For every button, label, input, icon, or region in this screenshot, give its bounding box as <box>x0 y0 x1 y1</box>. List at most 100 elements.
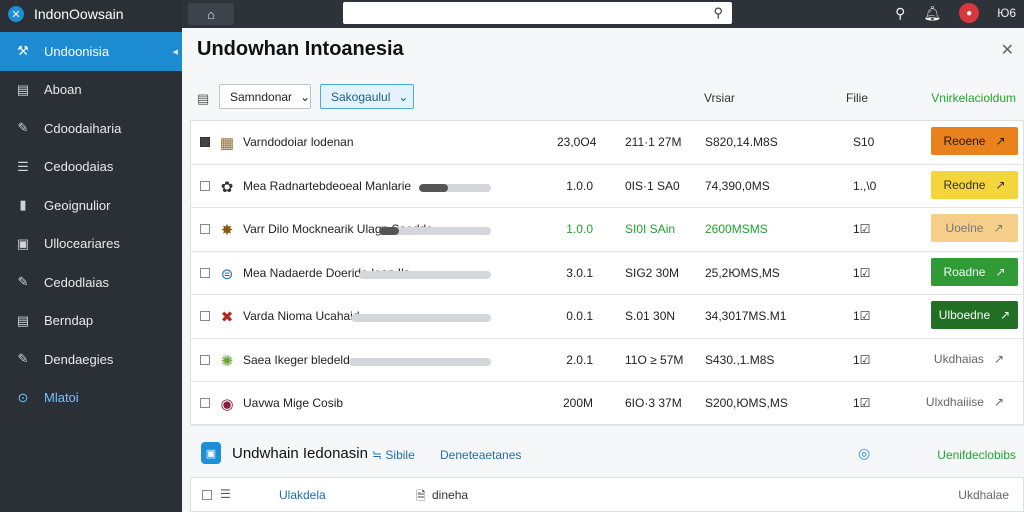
search-icon[interactable]: ⚲ <box>713 5 723 21</box>
table-row[interactable]: ✖ Varda Nioma Ucahaid 0.0.1 S.01 30N 34,3017… <box>191 295 1024 339</box>
sidebar: ✕ IndonOowsain ⚒ Undoonisia ◂ ▤ Aboan ✎ Cdooda… <box>0 0 182 512</box>
row-action-button[interactable]: Roadne ↗ <box>931 257 1018 286</box>
row-cell-c4: S10 <box>853 135 875 149</box>
row-checkbox[interactable] <box>200 224 210 234</box>
package-thumbnail-icon: ⊜ <box>220 265 234 283</box>
column-header-file[interactable]: Filie <box>846 91 868 105</box>
row-action-button[interactable]: Uoelne ↗ <box>931 214 1018 242</box>
arrow-right-icon: ↗ <box>995 177 1006 192</box>
sidebar-item-9[interactable]: ⊙ Mlatoi <box>0 379 182 418</box>
avatar[interactable]: ● <box>959 3 980 23</box>
row-cell-c1: 23,0O4 <box>557 135 597 149</box>
sidebar-item-5[interactable]: ▣ Ulloceariares <box>0 225 182 264</box>
package-name[interactable]: Varndodoiar lodenan <box>243 135 354 149</box>
row-checkbox[interactable] <box>200 137 210 147</box>
toolbar: ▤ Samndonar ⌄ Sakogaulul ⌄ Vrsiar Filie … <box>182 83 1024 113</box>
row-action-button[interactable]: Ulboedne ↗ <box>931 301 1018 329</box>
main-panel: Undowhan Intoanesia ✕ ▤ Samndonar ⌄ Sako… <box>182 28 1024 512</box>
package-name[interactable]: Saea Ikeger bledeld <box>243 353 350 367</box>
search-icon[interactable]: ⚲ <box>895 5 905 22</box>
package-name[interactable]: Varda Nioma Ucahaid <box>243 309 360 323</box>
row-cell-c3: 25,2ЮMS,MS <box>705 265 780 280</box>
home-button[interactable]: ⌂ <box>188 3 234 25</box>
table-row[interactable]: ◉ Uavwa Mige Cosib 200M 6IO·3 37M S200,ЮMS,M… <box>191 382 1024 426</box>
sidebar-item-6[interactable]: ✎ Cedodlaias <box>0 263 182 302</box>
package-name[interactable]: Mea Radnartebdeoeal Manlarie <box>243 179 411 193</box>
progress-bar <box>379 227 491 235</box>
row-cell-c2: 11O ≥ 57M <box>625 352 684 367</box>
sidebar-item-7[interactable]: ▤ Berndap <box>0 302 182 341</box>
sidebar-item-label: Geoignulior <box>44 197 111 213</box>
package-name[interactable]: Uavwa Mige Cosib <box>243 396 343 410</box>
package-table: ▦ Varndodoiar lodenan 23,0O4 211·1 27M S820,… <box>190 120 1024 426</box>
section-row-link[interactable]: Ulakdela <box>279 488 326 502</box>
sidebar-item-label: Ulloceariares <box>44 236 120 252</box>
sidebar-item-label: Undoonisia <box>44 43 110 59</box>
row-cell-c2: SIG2 30M <box>625 265 680 280</box>
row-cell-c2: 211·1 27M <box>625 135 682 149</box>
sidebar-item-0[interactable]: ⚒ Undoonisia ◂ <box>0 32 182 71</box>
row-checkbox[interactable] <box>200 267 210 278</box>
table-row[interactable]: ⊜ Mea Nadaerde Doeride Ioan Ils 3.0.1 SIG2 … <box>191 252 1024 295</box>
check-circle-icon[interactable]: ◎ <box>858 445 870 462</box>
sort-dropdown[interactable]: Samndonar ⌄ <box>219 84 311 109</box>
close-icon[interactable]: ✕ <box>1001 40 1014 60</box>
sidebar-item-4[interactable]: ▮ Geoignulior <box>0 186 182 225</box>
wrench-icon: ✎ <box>17 274 29 290</box>
progress-bar <box>419 183 491 192</box>
sidebar-item-label: Dendaegies <box>44 351 114 367</box>
sidebar-item-8[interactable]: ✎ Dendaegies <box>0 340 182 379</box>
column-header-verified[interactable]: Vnirkelacioldum <box>931 91 1016 105</box>
user-short-label[interactable]: Ю6 <box>997 6 1016 20</box>
row-action-button[interactable]: Ulxdhaiiise ↗ <box>926 388 1018 416</box>
sidebar-item-1[interactable]: ▤ Aboan <box>0 71 182 110</box>
row-action-button[interactable]: Reoene ↗ <box>931 127 1018 155</box>
wrench-icon: ✎ <box>17 120 29 136</box>
file-icon: 🗎 <box>416 489 426 503</box>
section-link-sibile[interactable]: ≒ Sibile <box>372 448 415 462</box>
bell-icon[interactable]: 🔔︎ <box>923 5 941 22</box>
sidebar-item-label: Cedoodaias <box>44 159 114 175</box>
row-checkbox[interactable] <box>200 398 210 408</box>
search-input[interactable]: ⚲ <box>343 2 732 24</box>
row-action-button[interactable]: Reodne ↗ <box>931 170 1018 199</box>
row-checkbox[interactable] <box>200 311 210 321</box>
arrow-right-icon: ↗ <box>993 221 1004 235</box>
filter-dropdown[interactable]: Sakogaulul ⌄ <box>320 84 414 109</box>
table-row[interactable]: ▦ Varndodoiar lodenan 23,0O4 211·1 27M S820,… <box>191 121 1024 165</box>
document-icon: ▤ <box>16 81 30 97</box>
row-action-label: Ulxdhaiiise <box>925 395 984 409</box>
row-cell-c3: 34,3017MS.M1 <box>705 309 787 323</box>
sidebar-item-label: Cdoodaiharia <box>44 120 122 136</box>
row-checkbox[interactable] <box>200 354 210 365</box>
brand[interactable]: ✕ IndonOowsain <box>0 0 182 28</box>
x-logo-icon: ✕ <box>8 6 24 22</box>
sort-dropdown-label: Samndonar <box>230 89 293 104</box>
column-header-version[interactable]: Vrsiar <box>704 91 735 105</box>
row-cell-c2: 6IO·3 37M <box>625 396 682 410</box>
section-row-file: dineha <box>432 488 469 502</box>
table-row[interactable]: ✸ Varr Dilo Mocknearik Ulagn Saedde 1.0.0 S… <box>191 208 1024 252</box>
section-row-action[interactable]: Ukdhalae <box>958 488 1009 502</box>
bars-icon: ▮ <box>19 197 27 213</box>
row-checkbox[interactable] <box>200 180 210 191</box>
row-cell-c1: 0.0.1 <box>566 309 593 323</box>
sidebar-item-3[interactable]: ☰ Cedoodaias <box>0 148 182 187</box>
progress-bar-fill <box>379 227 400 235</box>
sidebar-item-2[interactable]: ✎ Cdoodaiharia <box>0 109 182 148</box>
row-action-label: Uoelne <box>945 221 984 235</box>
progress-bar <box>349 357 491 366</box>
swap-icon: ≒ <box>372 448 383 462</box>
arrow-right-icon: ↗ <box>1000 308 1011 322</box>
section-link-details[interactable]: Deneteaetanes <box>440 448 521 462</box>
list-icon[interactable]: ☰ <box>220 487 231 501</box>
chevron-left-icon[interactable]: ◂ <box>172 45 178 58</box>
row-cell-c4: 1☑ <box>853 222 871 236</box>
row-cell-c4: 1.,\0 <box>853 178 877 193</box>
row-action-button[interactable]: Ukdhaias ↗ <box>931 345 1018 373</box>
table-row[interactable]: ✿ Mea Radnartebdeoeal Manlarie 1.0.0 0IS·1 … <box>191 165 1024 208</box>
list-view-icon[interactable]: ▤ <box>197 91 209 107</box>
row-checkbox[interactable] <box>202 490 212 500</box>
section-verified-label[interactable]: Uenifdeclobibs <box>937 448 1016 462</box>
table-row[interactable]: ✺ Saea Ikeger bledeld 2.0.1 11O ≥ 57M S430.,… <box>191 339 1024 382</box>
